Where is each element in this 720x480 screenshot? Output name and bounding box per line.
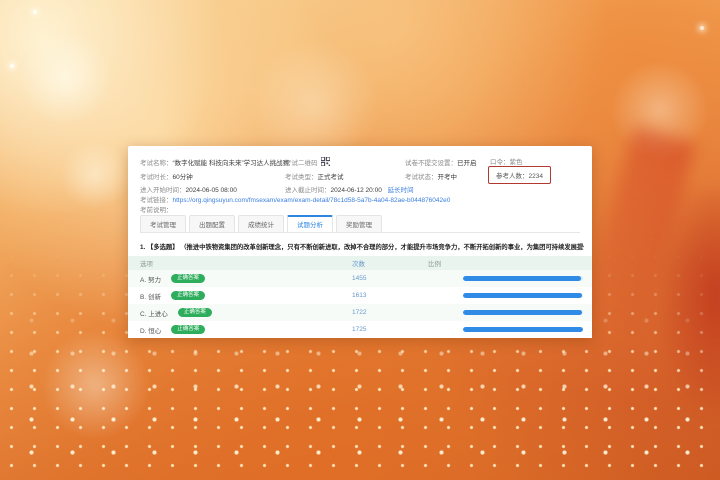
- tab-question-config[interactable]: 出题配置: [189, 215, 235, 232]
- table-row-option-a: A. 努力正确答案 1455: [128, 270, 592, 287]
- table-row-option-c: C. 上进心正确答案 1722: [128, 304, 592, 321]
- exam-status-label: 考试状态：: [405, 174, 438, 181]
- exam-notice-label: 考前说明：: [140, 207, 173, 214]
- exam-start-time-row: 进入开始时间：2024-06-05 08:00: [140, 184, 237, 194]
- exam-start-time-label: 进入开始时间：: [140, 187, 186, 194]
- ratio-bar-fill: [463, 310, 582, 315]
- question-number: 1.: [140, 244, 145, 251]
- tab-exam-management[interactable]: 考试管理: [140, 215, 186, 232]
- exam-deadline-label: 进入截止时间：: [285, 187, 331, 194]
- table-row-option-b: B. 创新正确答案 1613: [128, 287, 592, 304]
- option-c-label: C. 上进心: [140, 308, 168, 318]
- exam-type-value: 正式考试: [318, 174, 344, 181]
- option-analysis-table: 选项 次数 比例 A. 努力正确答案 1455 B. 创新正确答案 1613 C…: [128, 256, 592, 338]
- paper-submit-setting-value: 已开启: [457, 160, 477, 167]
- ratio-bar-track: [463, 310, 583, 315]
- option-d-count: 1725: [352, 326, 428, 333]
- ratio-bar-fill: [463, 276, 581, 281]
- ratio-bar-track: [463, 327, 583, 332]
- exam-detail-panel: 考试名称：“数字化赋能 科技向未来”学习达人挑战赛 考试时长：60分钟 进入开始…: [128, 146, 592, 338]
- correct-answer-badge: 正确答案: [171, 291, 205, 301]
- option-a-count: 1455: [352, 275, 428, 282]
- exam-link-row: 考试链接：https://org.qingsuyun.com/fmsexam/e…: [140, 194, 450, 204]
- exam-name-row: 考试名称：“数字化赋能 科技向未来”学习达人挑战赛: [140, 157, 289, 167]
- exam-deadline-row: 进入截止时间：2024-06-12 20:00 延长时间: [285, 184, 414, 194]
- header-count: 次数: [352, 258, 428, 268]
- exam-name-label: 考试名称：: [140, 160, 173, 167]
- tab-score-statistics[interactable]: 成绩统计: [238, 215, 284, 232]
- header-ratio: 比例: [428, 258, 592, 268]
- table-row-option-d: D. 恒心正确答案 1725: [128, 321, 592, 338]
- correct-answer-badge: 正确答案: [178, 308, 212, 318]
- question-body: （推进中铁物资集团的改革创新理念，只有不断创新进取，改掉不合理的部分，才能提升市…: [180, 244, 584, 251]
- exam-name-value: “数字化赋能 科技向未来”学习达人挑战赛: [173, 160, 290, 167]
- exam-password: 口令：紫色: [490, 156, 523, 166]
- exam-type-label: 考试类型：: [285, 174, 318, 181]
- option-a-label: A. 努力: [140, 274, 161, 284]
- table-header-row: 选项 次数 比例: [128, 256, 592, 270]
- correct-answer-badge: 正确答案: [171, 325, 205, 335]
- paper-submit-setting-row: 试卷不提交设置：已开启: [405, 157, 477, 167]
- exam-notice-row: 考前说明：: [140, 204, 173, 214]
- tab-question-analysis[interactable]: 试题分析: [287, 215, 333, 232]
- exam-type-row: 考试类型：正式考试: [285, 171, 344, 181]
- qr-code-icon[interactable]: [321, 157, 330, 168]
- exam-start-time-value: 2024-06-05 08:00: [186, 187, 237, 194]
- paper-submit-setting-label: 试卷不提交设置：: [405, 160, 457, 167]
- tab-bar: 考试管理 出题配置 成绩统计 试题分析 奖励管理: [140, 214, 580, 233]
- exam-link-label: 考试链接：: [140, 197, 173, 204]
- exam-duration-value: 60分钟: [173, 174, 193, 181]
- extend-time-link[interactable]: 延长时间: [388, 187, 414, 194]
- exam-duration-label: 考试时长：: [140, 174, 173, 181]
- ratio-bar-fill: [463, 327, 583, 332]
- ratio-bar-track: [463, 276, 583, 281]
- exam-link-url[interactable]: https://org.qingsuyun.com/fmsexam/exam/e…: [173, 197, 451, 204]
- option-b-label: B. 创新: [140, 291, 161, 301]
- option-b-count: 1613: [352, 292, 428, 299]
- exam-status-value: 开考中: [438, 174, 458, 181]
- participants-count-highlight: 参考人数：2234: [488, 166, 551, 184]
- option-d-label: D. 恒心: [140, 325, 161, 335]
- option-c-count: 1722: [352, 309, 428, 316]
- correct-answer-badge: 正确答案: [171, 274, 205, 284]
- ratio-bar-fill: [463, 293, 582, 298]
- question-text: 1. 【多选题】 （推进中铁物资集团的改革创新理念，只有不断创新进取，改掉不合理…: [140, 242, 584, 251]
- tab-reward-management[interactable]: 奖励管理: [336, 215, 382, 232]
- exam-deadline-value: 2024-06-12 20:00: [331, 187, 382, 194]
- ratio-bar-track: [463, 293, 583, 298]
- exam-qrcode-row: 考试二维码: [285, 157, 330, 168]
- exam-duration-row: 考试时长：60分钟: [140, 171, 193, 181]
- question-type-tag: 【多选题】: [147, 244, 178, 251]
- exam-status-row: 考试状态：开考中: [405, 171, 457, 181]
- header-option: 选项: [128, 258, 352, 268]
- exam-qrcode-label: 考试二维码: [285, 160, 318, 167]
